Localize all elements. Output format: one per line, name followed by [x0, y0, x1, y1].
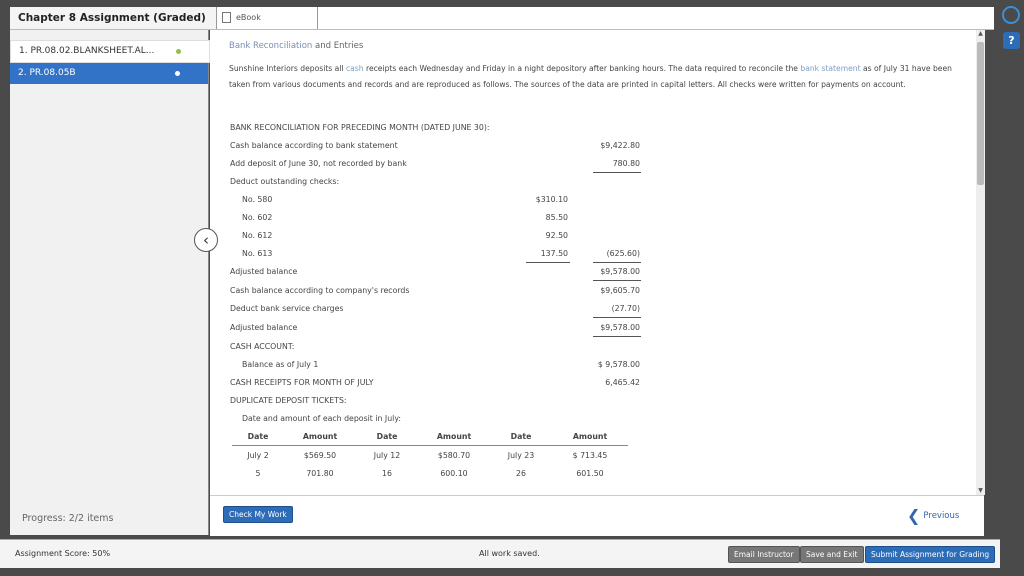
top-bar: Chapter 8 Assignment (Graded) eBook [10, 7, 994, 30]
recon-label: Adjusted balance [230, 323, 298, 332]
recon-value: $9,422.80 [600, 141, 640, 150]
check-amount: $310.10 [535, 195, 568, 204]
check-no: No. 612 [242, 231, 273, 240]
scroll-up-icon[interactable]: ▲ [977, 30, 984, 38]
double-rule [593, 280, 641, 281]
table-header: Amount [572, 432, 608, 441]
recon-label: Deduct bank service charges [230, 304, 344, 313]
problem-title: Bank Reconciliation and Entries [229, 41, 364, 51]
sidebar-item-label: 1. PR.08.02.BLANKSHEET.AL... [19, 46, 155, 56]
rule [526, 262, 570, 263]
status-dot-icon [175, 71, 180, 76]
recon-value: $9,578.00 [600, 323, 640, 332]
sidebar-item-1[interactable]: 1. PR.08.02.BLANKSHEET.AL... [10, 40, 210, 63]
rule [593, 262, 641, 263]
table-cell: July 2 [247, 451, 269, 460]
scrollbar-thumb[interactable] [977, 42, 984, 185]
check-amount: 85.50 [545, 213, 568, 222]
sidebar-item-2[interactable]: 2. PR.08.05B [10, 63, 208, 84]
ebook-tab-label: eBook [236, 13, 261, 22]
progress-text: Progress: 2/2 items [22, 513, 114, 524]
recon-label: Deduct outstanding checks: [230, 177, 340, 186]
recon-heading: BANK RECONCILIATION FOR PRECEDING MONTH … [230, 123, 490, 132]
recon-label: Adjusted balance [230, 267, 298, 276]
assignment-score: Assignment Score: 50% [15, 549, 111, 558]
cash-receipts-heading: CASH RECEIPTS FOR MONTH OF JULY [230, 378, 374, 387]
chevron-left-icon: ❮ [907, 506, 921, 525]
table-cell: $580.70 [437, 451, 471, 460]
previous-button[interactable]: ❮ Previous [907, 506, 959, 525]
double-rule [593, 336, 641, 337]
status-dot-icon [176, 49, 181, 54]
submit-assignment-button[interactable]: Submit Assignment for Grading [865, 546, 996, 563]
content-pane: Bank Reconciliation and Entries Sunshine… [210, 30, 984, 495]
recon-value: 780.80 [612, 159, 640, 168]
recon-label: Add deposit of June 30, not recorded by … [230, 159, 407, 168]
check-amount: 137.50 [540, 249, 568, 258]
email-instructor-button[interactable]: Email Instructor [728, 546, 800, 563]
glossary-link-bank-statement[interactable]: bank statement [800, 64, 860, 73]
rule [593, 172, 641, 173]
recon-value: $9,605.70 [600, 286, 640, 295]
cash-receipts-value: 6,465.42 [605, 378, 640, 387]
date-amount-label: Date and amount of each deposit in July: [242, 414, 401, 423]
save-status: All work saved. [479, 549, 540, 558]
checks-total: (625.60) [606, 249, 640, 258]
cash-account-heading: CASH ACCOUNT: [230, 342, 295, 351]
table-cell: $ 713.45 [572, 451, 608, 460]
check-no: No. 602 [242, 213, 273, 222]
table-cell: 5 [255, 469, 261, 478]
recon-value: (27.70) [611, 304, 640, 313]
check-no: No. 580 [242, 195, 273, 204]
ebook-tab[interactable]: eBook [214, 7, 318, 29]
table-cell: 26 [516, 469, 526, 478]
assignment-title: Chapter 8 Assignment (Graded) [10, 7, 217, 29]
sidebar-item-label: 2. PR.08.05B [18, 68, 76, 78]
cash-account-value: $ 9,578.00 [597, 360, 640, 369]
action-bar: Check My Work ❮ Previous [210, 495, 984, 536]
table-cell: 600.10 [440, 469, 468, 478]
check-no: No. 613 [242, 249, 273, 258]
table-header: Amount [436, 432, 472, 441]
table-cell: July 12 [373, 451, 401, 460]
recon-label: Cash balance according to bank statement [230, 141, 398, 150]
collapse-sidebar-button[interactable]: ‹ [194, 228, 218, 252]
recon-value: $9,578.00 [600, 267, 640, 276]
table-cell: 16 [382, 469, 392, 478]
sidebar: 1. PR.08.02.BLANKSHEET.AL... 2. PR.08.05… [10, 30, 210, 535]
save-and-exit-button[interactable]: Save and Exit [800, 546, 864, 563]
table-cell: $569.50 [303, 451, 337, 460]
table-cell: 701.80 [306, 469, 334, 478]
glossary-link-cash[interactable]: cash [346, 64, 364, 73]
check-my-work-button[interactable]: Check My Work [223, 506, 293, 523]
table-header: Date [376, 432, 398, 441]
table-rule [232, 445, 628, 446]
table-cell: 601.50 [576, 469, 604, 478]
content-scrollbar[interactable]: ▲ ▼ [976, 30, 985, 495]
problem-paragraph: Sunshine Interiors deposits all cash rec… [229, 64, 952, 89]
table-header: Date [247, 432, 269, 441]
previous-label: Previous [923, 511, 960, 521]
cash-account-label: Balance as of July 1 [242, 360, 319, 369]
table-cell: July 23 [507, 451, 535, 460]
table-header: Date [510, 432, 532, 441]
book-icon [222, 12, 231, 23]
table-header: Amount [302, 432, 338, 441]
scroll-down-icon[interactable]: ▼ [977, 487, 984, 495]
status-bar: Assignment Score: 50% All work saved. Em… [0, 539, 1000, 568]
help-icon[interactable]: ? [1003, 32, 1020, 49]
dup-deposit-heading: DUPLICATE DEPOSIT TICKETS: [230, 396, 347, 405]
recon-label: Cash balance according to company's reco… [230, 286, 410, 295]
hub-icon[interactable] [1002, 6, 1020, 24]
rule [593, 317, 641, 318]
title-link[interactable]: Bank Reconciliation [229, 41, 312, 51]
check-amount: 92.50 [545, 231, 568, 240]
